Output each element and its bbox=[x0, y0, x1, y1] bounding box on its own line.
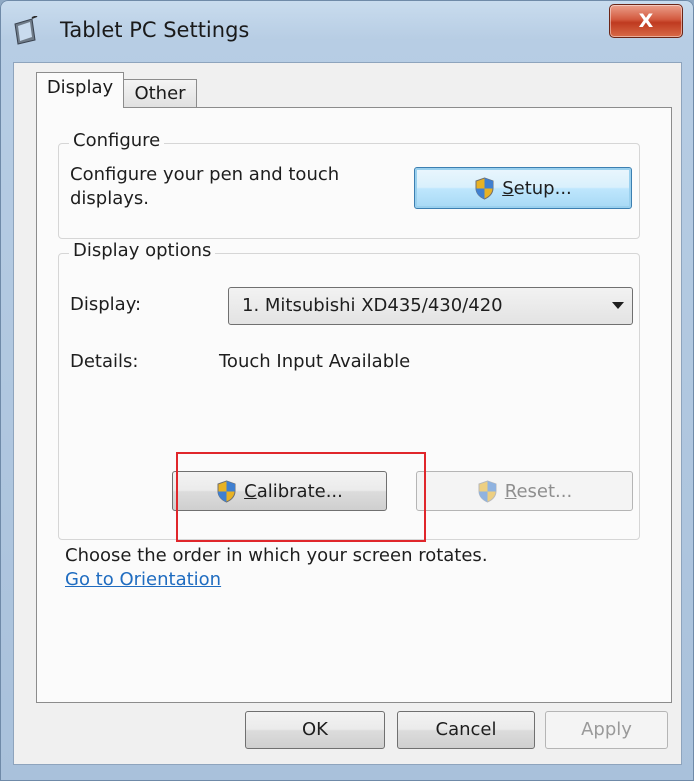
configure-description-line2: displays. bbox=[70, 188, 150, 209]
ok-button[interactable]: OK bbox=[245, 711, 385, 749]
dialog-client-area: Display Other Configure Configure your p… bbox=[13, 62, 682, 765]
close-button[interactable]: X bbox=[609, 4, 683, 38]
tablet-pc-settings-window: Tablet PC Settings X Display Other Confi… bbox=[0, 0, 694, 781]
setup-button[interactable]: Setup... bbox=[414, 167, 632, 209]
configure-group-title: Configure bbox=[69, 130, 165, 151]
uac-shield-icon bbox=[475, 176, 494, 200]
window-title: Tablet PC Settings bbox=[60, 18, 250, 42]
display-label: Display: bbox=[70, 294, 142, 315]
apply-button[interactable]: Apply bbox=[545, 711, 668, 749]
display-tab-panel: Configure Configure your pen and touch d… bbox=[36, 107, 672, 703]
reset-button-label: Reset... bbox=[504, 480, 573, 502]
display-options-group-title: Display options bbox=[69, 240, 216, 261]
dropdown-arrow-icon bbox=[612, 302, 624, 309]
display-select-value: 1. Mitsubishi XD435/430/420 bbox=[242, 295, 503, 316]
go-to-orientation-link[interactable]: Go to Orientation bbox=[65, 569, 221, 590]
ok-button-label: OK bbox=[302, 719, 328, 740]
details-value: Touch Input Available bbox=[219, 351, 411, 372]
orientation-text: Choose the order in which your screen ro… bbox=[65, 545, 488, 566]
tablet-pc-icon bbox=[14, 16, 38, 45]
tab-other[interactable]: Other bbox=[123, 79, 197, 109]
close-icon: X bbox=[638, 10, 654, 32]
uac-shield-icon bbox=[478, 479, 497, 503]
title-bar[interactable]: Tablet PC Settings X bbox=[0, 0, 694, 62]
display-select[interactable]: 1. Mitsubishi XD435/430/420 bbox=[228, 287, 633, 325]
apply-button-label: Apply bbox=[581, 719, 632, 740]
cancel-button[interactable]: Cancel bbox=[397, 711, 535, 749]
setup-button-label: Setup... bbox=[502, 177, 572, 199]
calibrate-highlight-box bbox=[176, 452, 426, 542]
tab-display-label: Display bbox=[46, 77, 114, 98]
configure-group: Configure Configure your pen and touch d… bbox=[58, 130, 640, 239]
cancel-button-label: Cancel bbox=[435, 719, 497, 740]
details-label: Details: bbox=[70, 351, 139, 372]
tab-display[interactable]: Display bbox=[36, 72, 124, 108]
reset-button[interactable]: Reset... bbox=[416, 471, 633, 511]
tab-other-label: Other bbox=[134, 83, 186, 104]
configure-description-line1: Configure your pen and touch bbox=[70, 164, 340, 185]
